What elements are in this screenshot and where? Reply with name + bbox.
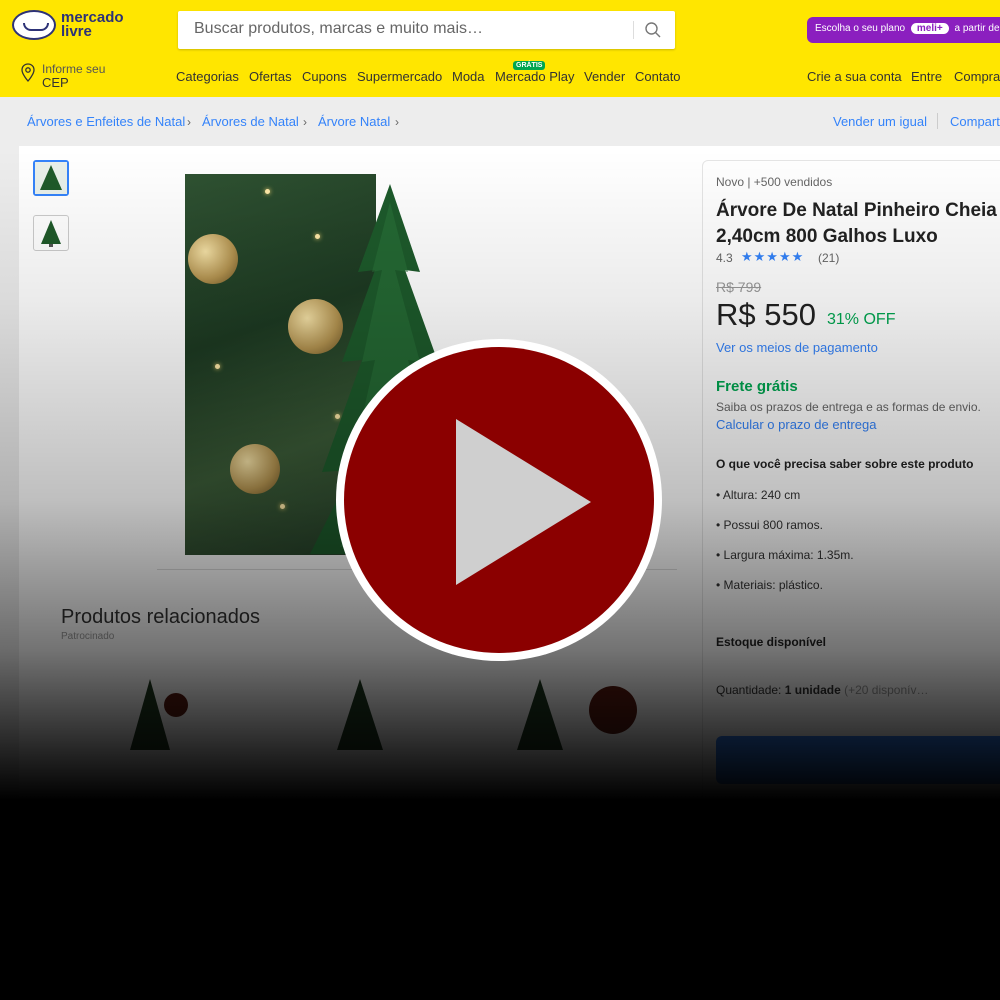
feature-item: • Materiais: plástico. [716, 578, 823, 592]
related-product-3[interactable] [505, 675, 575, 755]
tree-thumbnail-icon [35, 162, 67, 194]
gratis-badge: GRÁTIS [513, 61, 546, 70]
stock-label: Estoque disponível [716, 635, 827, 649]
search-bar [178, 11, 675, 49]
logo-line2: livre [61, 23, 92, 40]
logo[interactable]: mercado livre [12, 10, 124, 40]
login-link[interactable]: Entre [911, 69, 942, 84]
breadcrumb-item[interactable]: Árvores e Enfeites de Natal [27, 114, 185, 129]
play-icon[interactable] [334, 337, 664, 663]
search-icon[interactable] [644, 21, 662, 39]
breadcrumb-item[interactable]: Árvores de Natal [202, 114, 299, 129]
nav-moda[interactable]: Moda [452, 69, 485, 84]
location-pin-icon [21, 63, 35, 82]
star-icon[interactable]: ★★★★★ [741, 249, 804, 265]
related-product-1[interactable] [118, 675, 188, 755]
nav-categorias[interactable]: Categorias [176, 69, 239, 84]
product-highlights-title: O que você precisa saber sobre este prod… [716, 457, 974, 471]
search-input[interactable] [194, 20, 614, 38]
breadcrumb-item[interactable]: Árvore Natal [318, 114, 390, 129]
create-account-link[interactable]: Crie a sua conta [807, 69, 902, 84]
nav-supermercado[interactable]: Supermercado [357, 69, 442, 84]
feature-item: • Largura máxima: 1.35m. [716, 548, 854, 562]
payment-methods-link[interactable]: Ver os meios de pagamento [716, 340, 878, 355]
search-divider [633, 21, 634, 39]
meli-plus-pill: meli+ [910, 23, 949, 34]
price: R$ 550 [716, 297, 816, 332]
chevron-right-icon: › [395, 115, 399, 129]
divider [937, 113, 938, 129]
thumbnail-1[interactable] [33, 160, 69, 196]
old-price: R$ 799 [716, 279, 762, 295]
rating-value: 4.3 [716, 251, 733, 265]
shipping-description: Saiba os prazos de entrega e as formas d… [716, 400, 981, 414]
nav-contato[interactable]: Contato [635, 69, 681, 84]
sell-same-link[interactable]: Vender um igual [833, 114, 927, 129]
thumbnail-2[interactable] [33, 215, 69, 251]
sponsored-label: Patrocinado [61, 631, 115, 642]
calculate-shipping-link[interactable]: Calcular o prazo de entrega [716, 417, 876, 432]
related-products-title: Produtos relacionados [61, 606, 261, 628]
review-count[interactable]: (21) [818, 251, 839, 265]
tree-thumbnail-icon [41, 220, 61, 247]
handshake-logo-icon [12, 10, 56, 40]
nav-vender[interactable]: Vender [584, 69, 625, 84]
quantity-selector[interactable]: Quantidade: 1 unidade (+20 disponív… [716, 683, 928, 697]
related-product-2[interactable] [325, 675, 395, 755]
related-product-4[interactable] [585, 675, 655, 755]
condition-sold: Novo | +500 vendidos [716, 175, 833, 189]
page: mercado livre Escolha o seu plano meli+ … [0, 0, 1000, 1000]
feature-item: • Possui 800 ramos. [716, 518, 823, 532]
free-shipping-label: Frete grátis [716, 378, 798, 395]
nav-mercado-play[interactable]: Mercado Play [495, 69, 574, 84]
share-link[interactable]: Compartilhar [950, 114, 1000, 129]
buy-box [702, 160, 1000, 920]
cep-value: CEP [42, 75, 69, 90]
feature-item: • Altura: 240 cm [716, 488, 801, 502]
purchases-link[interactable]: Compras [954, 69, 1000, 84]
ornament [188, 234, 238, 284]
cep-selector[interactable]: Informe seu CEP [20, 63, 105, 90]
chevron-right-icon: › [303, 115, 307, 129]
discount-badge: 31% OFF [827, 311, 896, 328]
nav-cupons[interactable]: Cupons [302, 69, 347, 84]
chevron-right-icon: › [187, 115, 191, 129]
buy-now-button[interactable] [716, 736, 1000, 784]
header: mercado livre Escolha o seu plano meli+ … [0, 0, 1000, 97]
product-title: Árvore De Natal Pinheiro Cheia 2,40cm 80… [716, 200, 997, 247]
nav-ofertas[interactable]: Ofertas [249, 69, 292, 84]
meli-plus-banner[interactable]: Escolha o seu plano meli+ a partir de R$ [807, 17, 1000, 43]
